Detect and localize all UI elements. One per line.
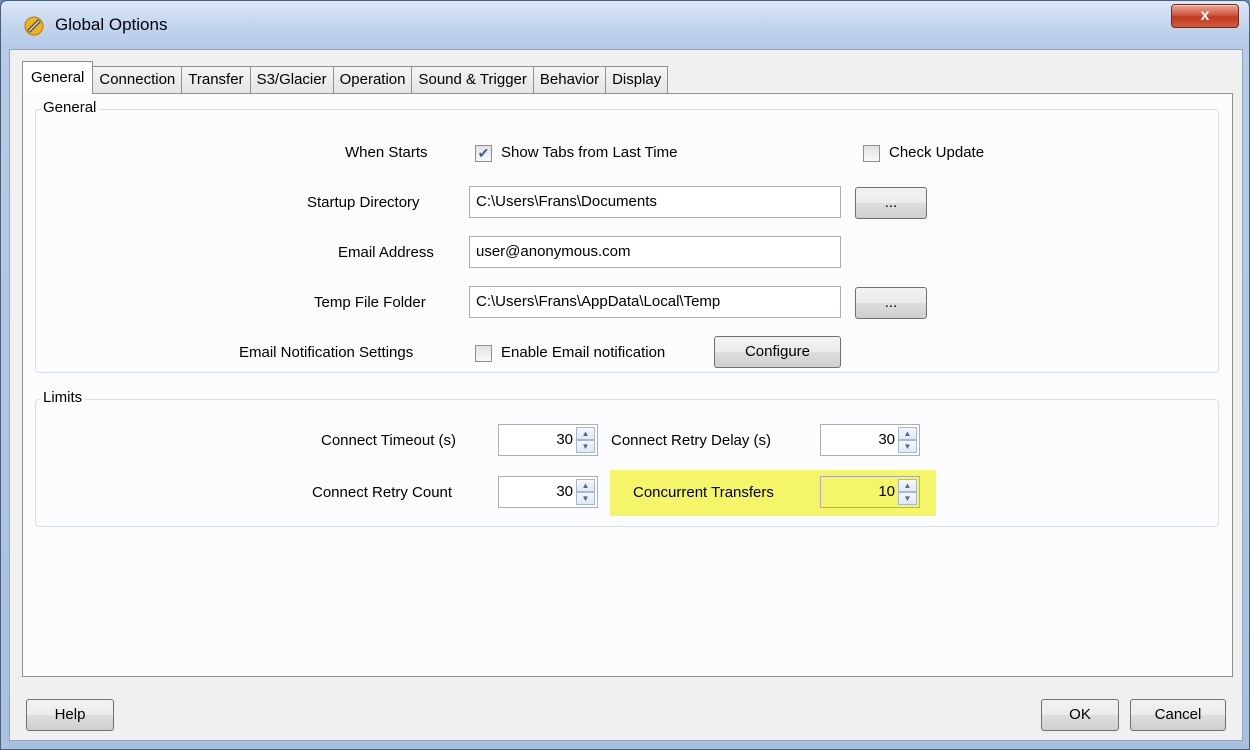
tab-strip: General Connection Transfer S3/Glacier O… xyxy=(22,60,669,94)
startup-directory-browse-button[interactable]: ... xyxy=(855,187,927,219)
app-icon xyxy=(24,16,44,36)
show-tabs-checkbox[interactable]: ✔ xyxy=(475,145,492,162)
temp-folder-label: Temp File Folder xyxy=(314,294,426,311)
spin-down-icon[interactable]: ▼ xyxy=(898,492,917,505)
enable-email-checkbox[interactable] xyxy=(475,345,492,362)
when-starts-label: When Starts xyxy=(345,144,428,161)
ok-button[interactable]: OK xyxy=(1041,699,1119,731)
startup-directory-input[interactable]: C:\Users\Frans\Documents xyxy=(469,186,841,218)
connect-timeout-spinner[interactable]: 30 ▲ ▼ xyxy=(498,424,598,456)
retry-count-arrows[interactable]: ▲ ▼ xyxy=(576,479,595,505)
concurrent-transfers-spinner[interactable]: 10 ▲ ▼ xyxy=(820,476,920,508)
temp-folder-browse-button[interactable]: ... xyxy=(855,287,927,319)
general-group-label: General xyxy=(41,99,99,116)
tab-display[interactable]: Display xyxy=(605,66,669,94)
concurrent-transfers-value: 10 xyxy=(878,483,895,500)
tab-general[interactable]: General xyxy=(22,61,94,94)
spin-up-icon[interactable]: ▲ xyxy=(898,479,917,492)
tab-sound-trigger[interactable]: Sound & Trigger xyxy=(411,66,534,94)
enable-email-label: Enable Email notification xyxy=(501,344,666,361)
tab-s3-glacier[interactable]: S3/Glacier xyxy=(249,66,334,94)
spin-down-icon[interactable]: ▼ xyxy=(898,440,917,453)
tab-operation[interactable]: Operation xyxy=(332,66,413,94)
check-update-label: Check Update xyxy=(889,144,985,161)
dialog-body: General Connection Transfer S3/Glacier O… xyxy=(9,49,1243,741)
retry-delay-label: Connect Retry Delay (s) xyxy=(611,432,772,449)
cancel-button[interactable]: Cancel xyxy=(1130,699,1226,731)
email-notification-label: Email Notification Settings xyxy=(239,344,414,361)
retry-delay-value: 30 xyxy=(878,431,895,448)
email-address-label: Email Address xyxy=(338,244,434,261)
retry-count-value: 30 xyxy=(556,483,573,500)
retry-count-label: Connect Retry Count xyxy=(312,484,453,501)
retry-delay-arrows[interactable]: ▲ ▼ xyxy=(898,427,917,453)
spin-up-icon[interactable]: ▲ xyxy=(576,427,595,440)
connect-timeout-value: 30 xyxy=(556,431,573,448)
concurrent-transfers-arrows[interactable]: ▲ ▼ xyxy=(898,479,917,505)
close-button[interactable]: x xyxy=(1171,4,1239,28)
spin-down-icon[interactable]: ▼ xyxy=(576,492,595,505)
check-update-checkbox[interactable] xyxy=(863,145,880,162)
connect-timeout-label: Connect Timeout (s) xyxy=(321,432,457,449)
tab-connection[interactable]: Connection xyxy=(92,66,183,94)
tab-panel-general: General When Starts ✔ Show Tabs from Las… xyxy=(22,93,1233,677)
temp-folder-input[interactable]: C:\Users\Frans\AppData\Local\Temp xyxy=(469,286,841,318)
tab-behavior[interactable]: Behavior xyxy=(532,66,607,94)
help-button[interactable]: Help xyxy=(26,699,114,731)
startup-directory-label: Startup Directory xyxy=(307,194,420,211)
tab-transfer[interactable]: Transfer xyxy=(181,66,251,94)
email-address-input[interactable]: user@anonymous.com xyxy=(469,236,841,268)
show-tabs-label: Show Tabs from Last Time xyxy=(501,144,678,161)
spin-down-icon[interactable]: ▼ xyxy=(576,440,595,453)
limits-group-label: Limits xyxy=(41,389,85,406)
window-title: Global Options xyxy=(55,15,168,34)
concurrent-transfers-label: Concurrent Transfers xyxy=(633,484,774,501)
spin-up-icon[interactable]: ▲ xyxy=(898,427,917,440)
spin-up-icon[interactable]: ▲ xyxy=(576,479,595,492)
global-options-window: Global Options x General Connection Tran… xyxy=(0,0,1250,750)
configure-button[interactable]: Configure xyxy=(714,336,841,368)
retry-delay-spinner[interactable]: 30 ▲ ▼ xyxy=(820,424,920,456)
retry-count-spinner[interactable]: 30 ▲ ▼ xyxy=(498,476,598,508)
connect-timeout-arrows[interactable]: ▲ ▼ xyxy=(576,427,595,453)
title-bar[interactable]: Global Options x xyxy=(1,1,1249,49)
